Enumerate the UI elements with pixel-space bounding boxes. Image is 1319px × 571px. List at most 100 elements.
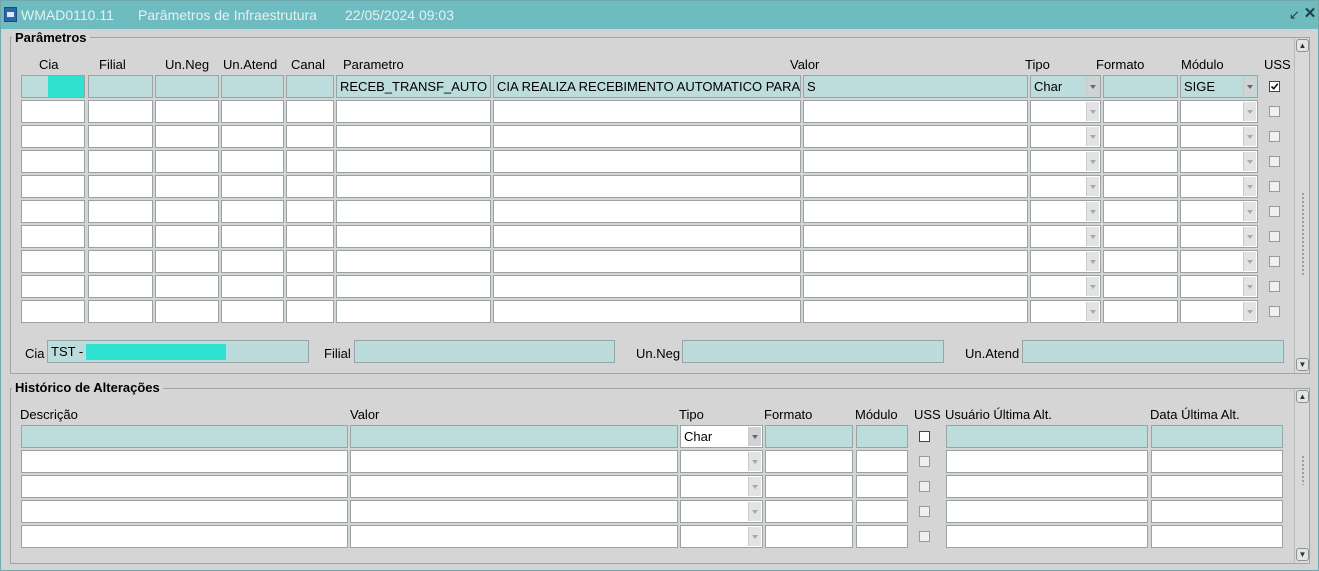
hist-uss-checkbox[interactable]	[919, 431, 930, 442]
historico-scrollbar[interactable]: ▲ ▼	[1294, 389, 1309, 563]
hist-formato-field[interactable]	[765, 425, 853, 448]
uss-checkbox[interactable]	[1269, 256, 1280, 267]
hist-formato-field[interactable]	[765, 500, 853, 523]
valor-field[interactable]	[803, 225, 1028, 248]
chevron-down-icon[interactable]	[1086, 202, 1099, 221]
un-atend-field[interactable]	[221, 225, 284, 248]
formato-field[interactable]	[1103, 150, 1178, 173]
hist-tipo-select[interactable]: Char	[680, 425, 763, 448]
descricao-field[interactable]	[493, 125, 801, 148]
chevron-down-icon[interactable]	[1243, 177, 1256, 196]
modulo-select[interactable]	[1180, 125, 1258, 148]
formato-field[interactable]	[1103, 275, 1178, 298]
valor-field[interactable]	[803, 125, 1028, 148]
un-atend-field[interactable]	[221, 200, 284, 223]
chevron-down-icon[interactable]	[1086, 252, 1099, 271]
chevron-down-icon[interactable]	[1243, 302, 1256, 321]
tipo-select[interactable]	[1030, 200, 1101, 223]
chevron-down-icon[interactable]	[748, 527, 761, 546]
filial-field[interactable]	[88, 75, 153, 98]
hist-uss-checkbox[interactable]	[919, 481, 930, 492]
valor-field[interactable]	[803, 250, 1028, 273]
scroll-grip[interactable]	[1301, 455, 1305, 485]
hist-uss-checkbox[interactable]	[919, 506, 930, 517]
chevron-down-icon[interactable]	[748, 452, 761, 471]
chevron-down-icon[interactable]	[1086, 277, 1099, 296]
parametros-scrollbar[interactable]: ▲ ▼	[1294, 38, 1309, 373]
modulo-select[interactable]	[1180, 275, 1258, 298]
descricao-field[interactable]	[493, 150, 801, 173]
descricao-field[interactable]	[493, 250, 801, 273]
modulo-select[interactable]	[1180, 200, 1258, 223]
arrow-up-icon[interactable]: ▲	[1296, 39, 1309, 52]
uss-checkbox[interactable]	[1269, 156, 1280, 167]
chevron-down-icon[interactable]	[1243, 127, 1256, 146]
arrow-down-icon[interactable]: ▼	[1296, 548, 1309, 561]
formato-field[interactable]	[1103, 125, 1178, 148]
formato-field[interactable]	[1103, 250, 1178, 273]
chevron-down-icon[interactable]	[1086, 77, 1099, 96]
un-atend-field[interactable]	[221, 175, 284, 198]
filial-field[interactable]	[88, 100, 153, 123]
valor-field[interactable]	[803, 200, 1028, 223]
un-neg-field[interactable]	[155, 175, 219, 198]
cia-field[interactable]	[21, 250, 85, 273]
hist-usuario-field[interactable]	[946, 525, 1148, 548]
hist-valor-field[interactable]	[350, 475, 678, 498]
arrow-up-icon[interactable]: ▲	[1296, 390, 1309, 403]
canal-field[interactable]	[286, 175, 334, 198]
filial-field[interactable]	[88, 125, 153, 148]
canal-field[interactable]	[286, 75, 334, 98]
hist-formato-field[interactable]	[765, 525, 853, 548]
title-bar[interactable]: WMAD0110.11 Parâmetros de Infraestrutura…	[1, 1, 1318, 29]
close-icon[interactable]: ✕	[1303, 6, 1317, 21]
formato-field[interactable]	[1103, 100, 1178, 123]
hist-descricao-field[interactable]	[21, 425, 348, 448]
formato-field[interactable]	[1103, 225, 1178, 248]
modulo-select[interactable]	[1180, 150, 1258, 173]
cia-field[interactable]	[21, 175, 85, 198]
descricao-field[interactable]: CIA REALIZA RECEBIMENTO AUTOMATICO PARA	[493, 75, 801, 98]
hist-modulo-field[interactable]	[856, 525, 908, 548]
hist-usuario-field[interactable]	[946, 500, 1148, 523]
tipo-select[interactable]	[1030, 100, 1101, 123]
un-atend-field[interactable]	[221, 300, 284, 323]
parametro-field[interactable]	[336, 200, 491, 223]
cia-field[interactable]	[21, 150, 85, 173]
canal-field[interactable]	[286, 150, 334, 173]
tipo-select[interactable]	[1030, 275, 1101, 298]
hist-valor-field[interactable]	[350, 500, 678, 523]
hist-valor-field[interactable]	[350, 525, 678, 548]
parametro-field[interactable]	[336, 150, 491, 173]
hist-data-field[interactable]	[1151, 450, 1283, 473]
parametro-field[interactable]	[336, 275, 491, 298]
parametro-field[interactable]: RECEB_TRANSF_AUTO	[336, 75, 491, 98]
descricao-field[interactable]	[493, 275, 801, 298]
cia-field[interactable]	[21, 200, 85, 223]
chevron-down-icon[interactable]	[1243, 102, 1256, 121]
hist-data-field[interactable]	[1151, 525, 1283, 548]
filial-field[interactable]	[88, 175, 153, 198]
hist-valor-field[interactable]	[350, 425, 678, 448]
hist-modulo-field[interactable]	[856, 475, 908, 498]
hist-modulo-field[interactable]	[856, 425, 908, 448]
hist-usuario-field[interactable]	[946, 450, 1148, 473]
cia-field[interactable]	[21, 275, 85, 298]
descricao-field[interactable]	[493, 300, 801, 323]
formato-field[interactable]	[1103, 200, 1178, 223]
valor-field[interactable]	[803, 150, 1028, 173]
valor-field[interactable]	[803, 275, 1028, 298]
arrow-down-icon[interactable]: ▼	[1296, 358, 1309, 371]
canal-field[interactable]	[286, 225, 334, 248]
chevron-down-icon[interactable]	[1086, 177, 1099, 196]
tipo-select[interactable]	[1030, 175, 1101, 198]
uss-checkbox[interactable]	[1269, 131, 1280, 142]
modulo-select[interactable]	[1180, 225, 1258, 248]
un-neg-field[interactable]	[155, 300, 219, 323]
valor-field[interactable]	[803, 175, 1028, 198]
hist-descricao-field[interactable]	[21, 475, 348, 498]
un-atend-field[interactable]	[221, 75, 284, 98]
un-neg-field[interactable]	[155, 225, 219, 248]
un-neg-field[interactable]	[155, 125, 219, 148]
hist-descricao-field[interactable]	[21, 500, 348, 523]
